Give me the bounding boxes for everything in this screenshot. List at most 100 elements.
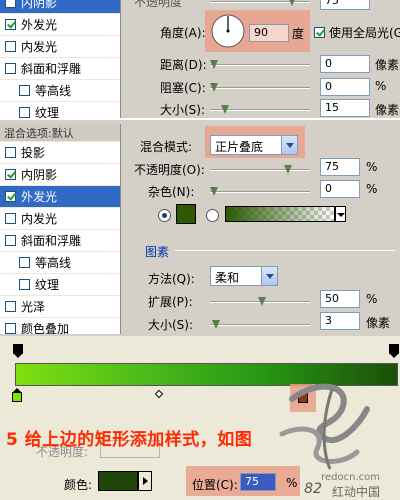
slider-thumb[interactable]	[288, 0, 297, 7]
size-unit: 像素	[375, 103, 400, 117]
color-stop-left[interactable]	[11, 388, 23, 402]
style-item-label: 外发光	[21, 18, 58, 32]
style-item-outer-glow[interactable]: 外发光	[0, 14, 120, 36]
style-item-texture[interactable]: 纹理	[0, 102, 120, 118]
slider-thumb[interactable]	[210, 187, 219, 197]
style-item-inner-shadow[interactable]: 内阴影	[0, 164, 120, 186]
opacity-unit: %	[366, 160, 378, 174]
style-item-texture[interactable]: 纹理	[0, 274, 120, 296]
style-item-bevel-emboss[interactable]: 斜面和浮雕	[0, 230, 120, 252]
opacity-label: 不透明度(O):	[134, 163, 205, 177]
checkbox-outer-glow[interactable]	[5, 191, 16, 202]
opacity-stop-right[interactable]	[388, 344, 400, 358]
style-item-drop-shadow[interactable]: 投影	[0, 142, 120, 164]
style-item-label: 斜面和浮雕	[21, 62, 82, 76]
style-item-label: 纹理	[35, 278, 60, 292]
noise-field[interactable]: 0	[320, 180, 360, 198]
stop-color-label: 颜色:	[64, 478, 93, 492]
method-label: 方法(Q):	[148, 272, 195, 286]
checkbox-drop-shadow[interactable]	[5, 147, 16, 158]
size-field[interactable]: 15	[320, 99, 370, 117]
size-unit: 像素	[366, 316, 391, 330]
angle-dial-icon[interactable]	[210, 13, 246, 49]
checkbox-inner-shadow[interactable]	[5, 0, 16, 8]
opacity-field-partial[interactable]: 75	[320, 0, 370, 10]
distance-slider[interactable]	[210, 60, 310, 70]
elements-group-title: 图素	[145, 245, 170, 259]
gradient-preview[interactable]	[225, 206, 335, 222]
checkbox-color-overlay[interactable]	[5, 323, 16, 334]
checkbox-satin[interactable]	[5, 301, 16, 312]
glow-color-swatch[interactable]	[176, 204, 196, 224]
screenshot-root: 内阴影 外发光 内发光 斜面和浮雕 等高线 纹理 不透明度 75 角度(A): …	[0, 0, 400, 500]
style-item-color-overlay[interactable]: 颜色叠加	[0, 318, 120, 334]
checkbox-inner-shadow[interactable]	[5, 169, 16, 180]
opacity-slider-partial[interactable]	[210, 0, 310, 7]
chevron-down-icon[interactable]	[261, 267, 277, 285]
size-slider[interactable]	[210, 320, 310, 330]
blending-options-item[interactable]: 混合选项:默认	[0, 124, 120, 142]
checkbox-texture[interactable]	[19, 279, 30, 290]
watermark-brand: 红动中国	[331, 485, 380, 499]
angle-field[interactable]: 90	[249, 24, 289, 42]
size-field[interactable]: 3	[320, 312, 360, 330]
opacity-slider[interactable]	[210, 165, 310, 175]
location-label: 位置(C):	[192, 478, 238, 492]
checkbox-bevel-emboss[interactable]	[5, 235, 16, 246]
method-select[interactable]: 柔和	[210, 266, 278, 286]
gradient-midpoint[interactable]	[154, 389, 164, 399]
tutorial-caption: 5 给上边的矩形添加样式，如图	[6, 430, 253, 450]
watermark-logo-icon	[279, 383, 370, 470]
style-item-contour[interactable]: 等高线	[0, 80, 120, 102]
slider-thumb[interactable]	[210, 60, 219, 70]
checkbox-bevel-emboss[interactable]	[5, 63, 16, 74]
slider-thumb[interactable]	[284, 165, 293, 175]
size-slider[interactable]	[210, 105, 310, 115]
style-item-inner-shadow[interactable]: 内阴影	[0, 0, 120, 14]
style-item-label: 纹理	[35, 106, 60, 118]
distance-field[interactable]: 0	[320, 55, 370, 73]
global-light-checkbox[interactable]	[314, 27, 325, 38]
watermark-digits: 82	[304, 481, 322, 497]
checkbox-texture[interactable]	[19, 107, 30, 118]
style-item-inner-glow[interactable]: 内发光	[0, 36, 120, 58]
chevron-down-icon	[337, 213, 345, 217]
style-item-label: 等高线	[35, 84, 72, 98]
angle-unit: 度	[292, 27, 305, 41]
checkbox-inner-glow[interactable]	[5, 213, 16, 224]
style-item-satin[interactable]: 光泽	[0, 296, 120, 318]
checkbox-contour[interactable]	[19, 257, 30, 268]
chevron-down-icon[interactable]	[281, 136, 297, 154]
slider-thumb[interactable]	[212, 320, 221, 330]
gradient-dropdown[interactable]	[335, 206, 346, 222]
style-item-contour[interactable]: 等高线	[0, 252, 120, 274]
checkbox-contour[interactable]	[19, 85, 30, 96]
style-item-label: 颜色叠加	[21, 322, 70, 334]
size-label: 大小(S):	[148, 318, 194, 332]
style-item-outer-glow[interactable]: 外发光	[0, 186, 120, 208]
slider-thumb[interactable]	[210, 83, 219, 93]
noise-slider[interactable]	[210, 187, 310, 197]
opacity-field[interactable]: 75	[320, 158, 360, 176]
style-item-inner-glow[interactable]: 内发光	[0, 208, 120, 230]
watermark-site: redocn.com	[321, 472, 380, 483]
spread-field[interactable]: 50	[320, 290, 360, 308]
solid-color-radio[interactable]	[158, 209, 171, 222]
slider-thumb[interactable]	[258, 297, 267, 307]
style-list-top: 内阴影 外发光 内发光 斜面和浮雕 等高线 纹理	[0, 0, 121, 118]
style-item-bevel-emboss[interactable]: 斜面和浮雕	[0, 58, 120, 80]
gradient-radio[interactable]	[206, 209, 219, 222]
slider-thumb[interactable]	[221, 105, 230, 115]
style-item-label: 光泽	[21, 300, 46, 314]
checkbox-inner-glow[interactable]	[5, 41, 16, 52]
choke-slider[interactable]	[210, 83, 310, 93]
choke-field[interactable]: 0	[320, 78, 370, 96]
blend-mode-select[interactable]: 正片叠底	[210, 135, 298, 155]
location-field[interactable]: 75	[240, 473, 276, 491]
spread-slider[interactable]	[210, 297, 310, 307]
checkbox-outer-glow[interactable]	[5, 19, 16, 30]
blend-mode-label: 混合模式:	[140, 140, 193, 154]
stop-color-swatch[interactable]	[98, 471, 138, 491]
opacity-stop-left[interactable]	[12, 344, 24, 358]
stop-color-menu[interactable]	[138, 471, 152, 491]
